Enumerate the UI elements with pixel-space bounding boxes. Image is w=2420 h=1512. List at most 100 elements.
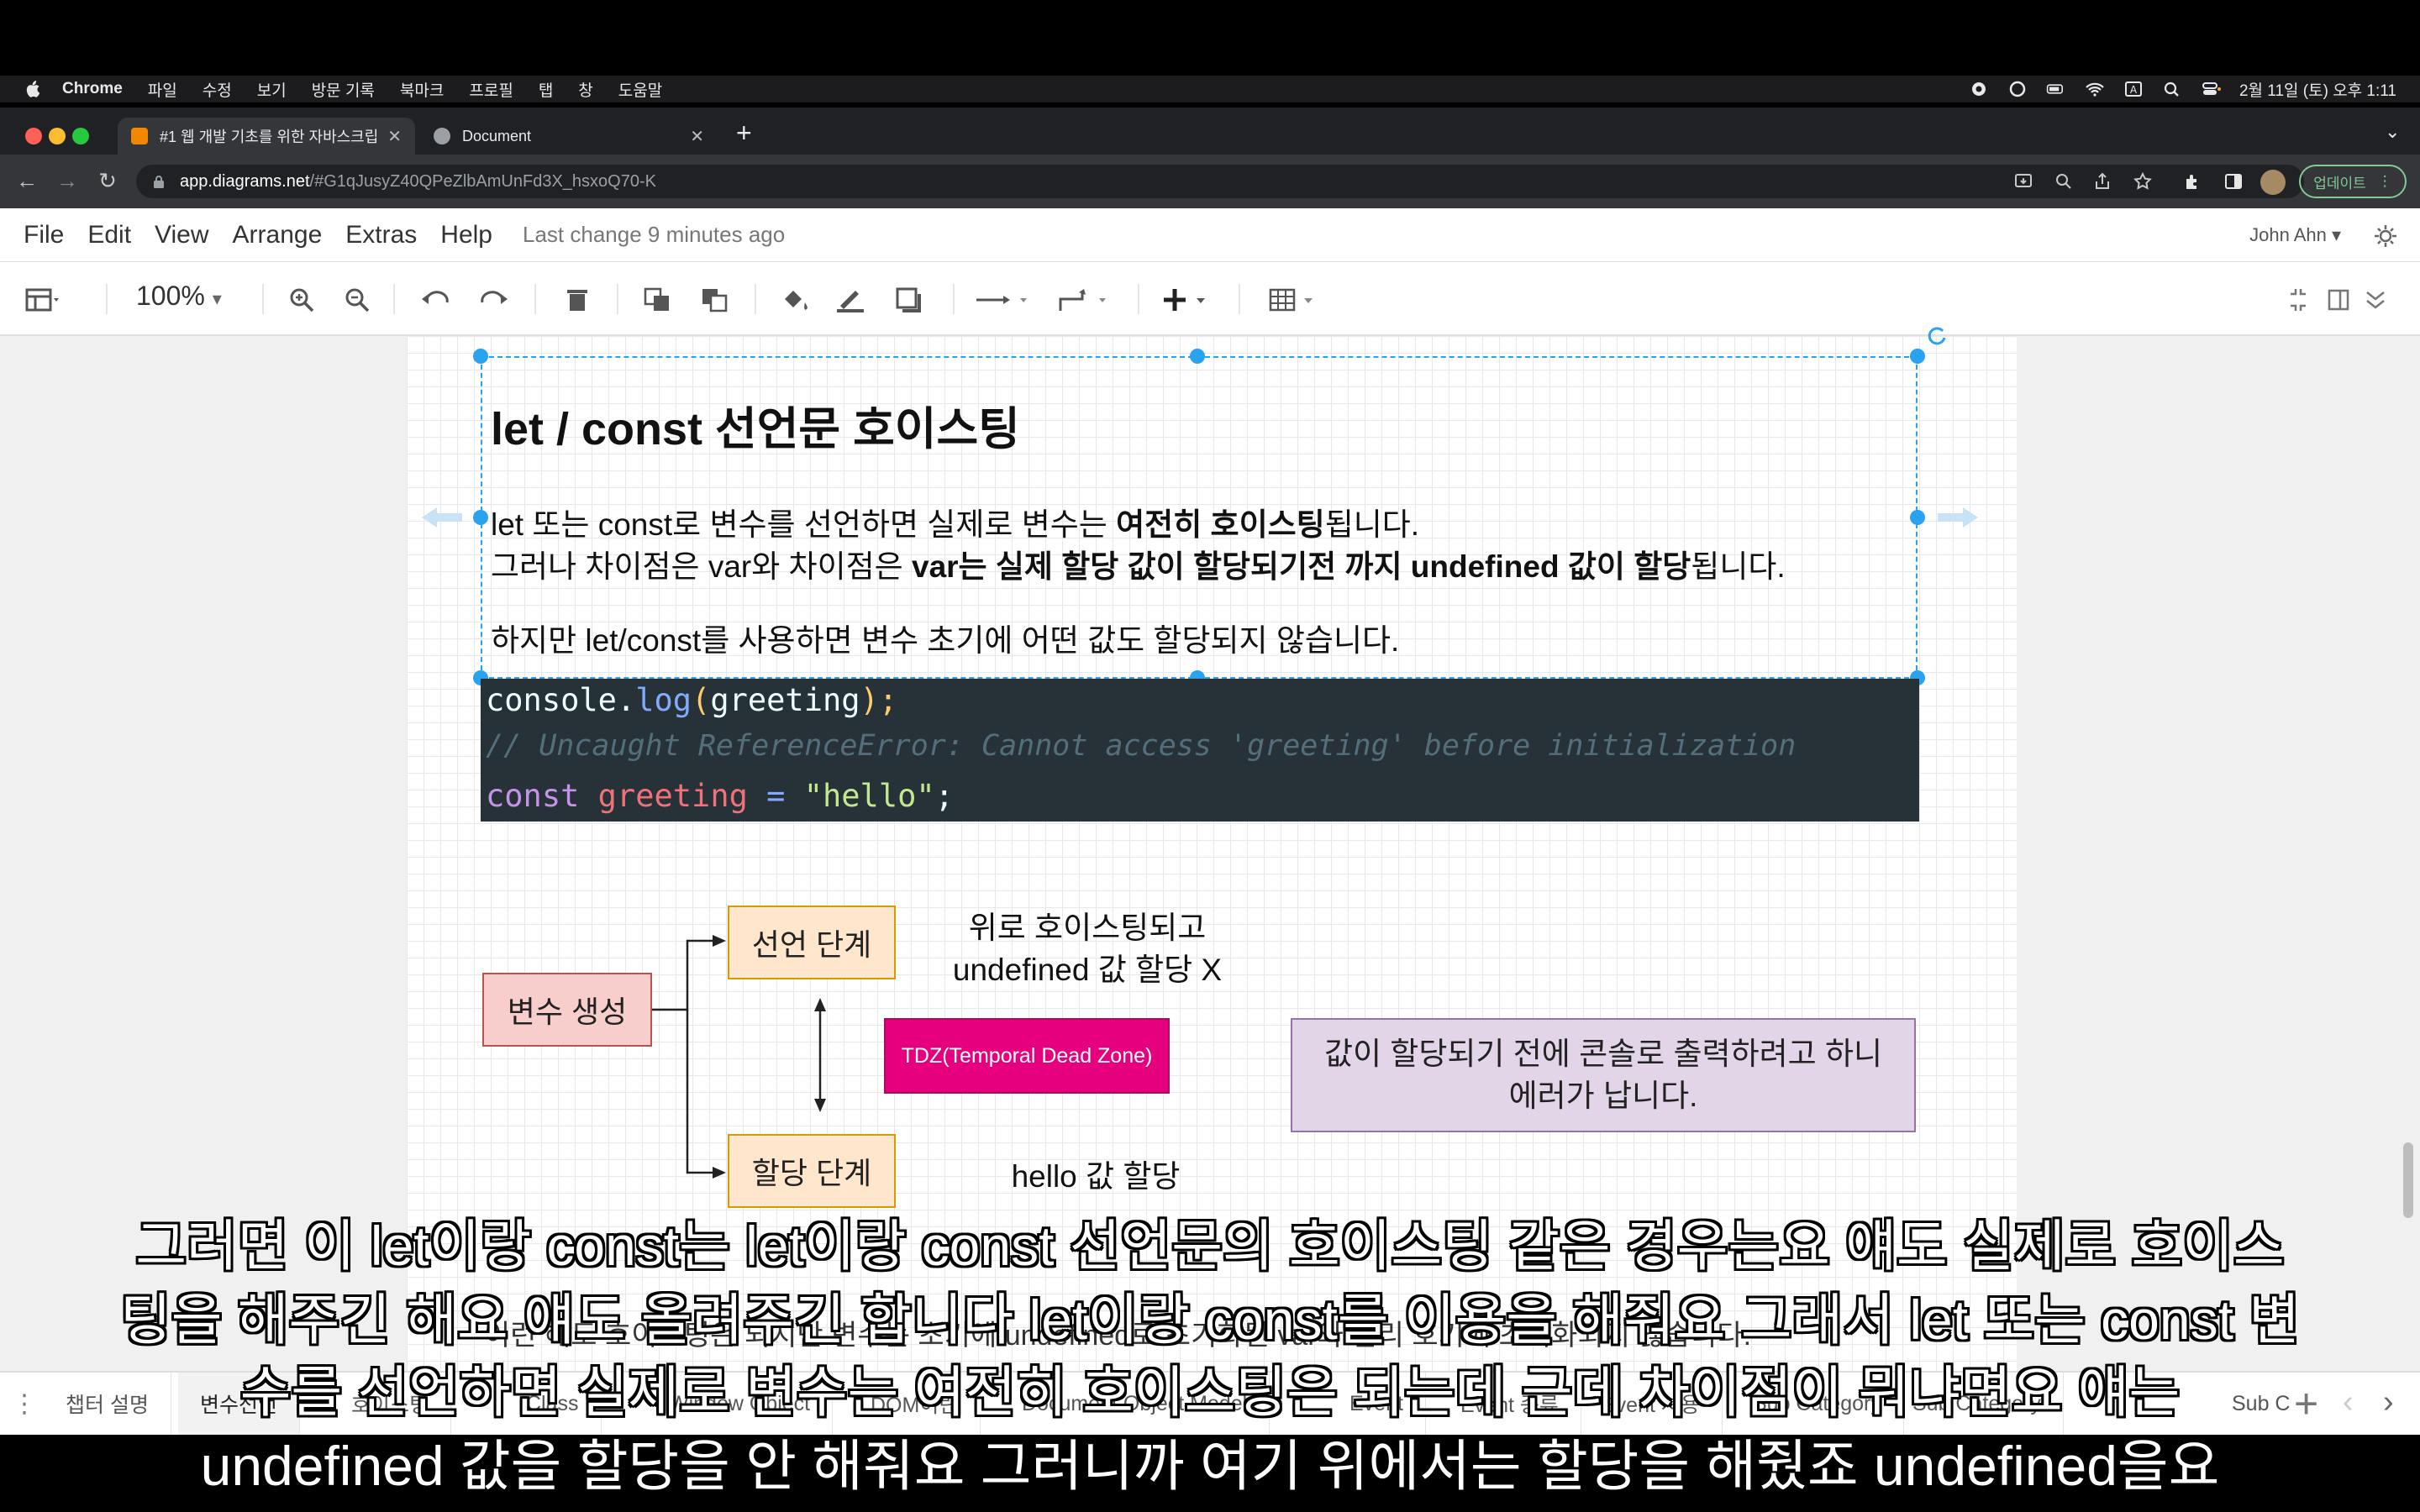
user-name[interactable]: John Ahn ▾ (2249, 224, 2341, 246)
reload-icon[interactable]: ↻ (94, 168, 121, 194)
fullscreen-icon[interactable] (2287, 287, 2309, 312)
menu-edit[interactable]: 수정 (203, 78, 232, 101)
text-segment: 그러나 차이점은 var와 차이점은 (491, 549, 912, 584)
drawio-menu-view[interactable]: View (155, 221, 208, 249)
tdz-box[interactable]: TDZ(Temporal Dead Zone) (884, 1018, 1170, 1094)
toolbar-separator (393, 284, 395, 314)
declaration-phase-box[interactable]: 선언 단계 (728, 906, 896, 979)
text-segment: 됩니다. (1324, 507, 1420, 542)
drawio-menu-file[interactable]: File (24, 221, 64, 249)
zoom-icon[interactable] (2054, 171, 2074, 192)
menu-window[interactable]: 창 (578, 78, 592, 101)
code-token: greeting (710, 682, 860, 718)
rotate-handle-icon[interactable] (1926, 324, 1948, 346)
menu-app-chrome[interactable]: Chrome (62, 80, 123, 98)
maximize-window-button[interactable] (72, 128, 89, 144)
resize-handle[interactable] (473, 510, 488, 525)
delete-trash-icon[interactable] (565, 287, 590, 312)
fill-color-icon[interactable] (781, 287, 812, 312)
zoom-select[interactable]: 100% ▾ (136, 281, 222, 312)
line-color-icon[interactable] (835, 287, 865, 312)
input-source-icon[interactable]: A (2123, 81, 2144, 97)
grammarly-icon[interactable] (2007, 81, 2028, 97)
menu-clock[interactable]: 2월 11일 (토) 오후 1:11 (2239, 78, 2396, 101)
menu-tab[interactable]: 탭 (539, 78, 553, 101)
collapse-chevron-icon[interactable] (2365, 287, 2386, 312)
apple-icon[interactable] (24, 80, 40, 98)
browser-tab-document[interactable]: Document ✕ (420, 118, 718, 155)
tab-search-chevron-icon[interactable]: ⌄ (2385, 121, 2400, 143)
address-bar[interactable]: app.diagrams.net/#G1qJusyZ40QPeZlbAmUnFd… (136, 165, 2304, 198)
resize-handle[interactable] (473, 349, 488, 364)
menu-history[interactable]: 방문 기록 (312, 78, 375, 101)
profile-avatar[interactable] (2260, 170, 2286, 195)
resize-handle[interactable] (1910, 510, 1925, 525)
code-token: greeting (597, 778, 748, 814)
to-back-icon[interactable] (701, 287, 729, 312)
code-token: ; (878, 682, 898, 718)
close-tab-icon[interactable]: ✕ (690, 126, 704, 147)
drawio-menu-extras[interactable]: Extras (345, 221, 417, 249)
wifi-icon[interactable] (2085, 81, 2105, 97)
browser-tab-lecture[interactable]: #1 웹 개발 기초를 위한 자바스크립트 ✕ (118, 118, 415, 155)
resize-handle[interactable] (1910, 349, 1925, 364)
control-center-icon[interactable] (2201, 81, 2221, 97)
close-tab-icon[interactable]: ✕ (387, 126, 402, 147)
spotlight-search-icon[interactable] (2162, 81, 2182, 97)
extensions-puzzle-icon[interactable] (2183, 171, 2203, 192)
undo-icon[interactable] (420, 287, 450, 312)
format-panel-icon[interactable] (25, 287, 59, 312)
url-path: /#G1qJusyZ40QPeZlbAmUnFd3X_hsxoQ70-K (309, 171, 656, 191)
clone-arrow-left-icon[interactable] (420, 504, 466, 531)
menu-profiles[interactable]: 프로필 (469, 78, 513, 101)
toolbar-separator (1138, 284, 1139, 314)
format-toggle-icon[interactable] (2328, 287, 2349, 312)
url-host: app.diagrams.net (180, 171, 310, 191)
side-panel-icon[interactable] (2223, 171, 2244, 192)
to-front-icon[interactable] (644, 287, 672, 312)
drawio-menu-edit[interactable]: Edit (87, 221, 131, 249)
redo-icon[interactable] (479, 287, 509, 312)
text-segment: let 또는 const로 변수를 선언하면 실제로 변수는 (491, 507, 1117, 542)
last-change-status[interactable]: Last change 9 minutes ago (523, 222, 785, 248)
error-note-box[interactable]: 값이 할당되기 전에 콘솔로 출력하려고 하니 에러가 납니다. (1291, 1018, 1916, 1132)
toolbar-separator (617, 284, 618, 314)
clone-arrow-right-icon[interactable] (1934, 504, 1980, 531)
code-token: ) (860, 682, 879, 718)
tab-title: Document (462, 127, 532, 144)
theme-sun-icon[interactable] (2373, 223, 2398, 249)
connection-arrow-icon[interactable] (975, 287, 1034, 312)
error-note-line-1: 값이 할당되기 전에 콘솔로 출력하려고 하니 (1323, 1037, 1883, 1071)
menu-file[interactable]: 파일 (148, 78, 177, 101)
back-arrow-icon[interactable]: ← (13, 168, 40, 194)
menu-view[interactable]: 보기 (257, 78, 287, 101)
new-tab-button[interactable]: + (736, 118, 752, 149)
code-token: . (616, 682, 636, 718)
update-button[interactable]: 업데이트 ⋮ (2299, 165, 2407, 198)
code-token: "hello" (803, 778, 935, 814)
svg-text:A: A (2130, 84, 2138, 96)
shadow-icon[interactable] (896, 287, 924, 312)
install-app-icon[interactable] (2013, 171, 2033, 192)
minimize-window-button[interactable] (49, 128, 66, 144)
zoom-out-icon[interactable] (345, 287, 370, 312)
waypoint-style-icon[interactable] (1057, 287, 1116, 312)
code-block[interactable]: console.log(greeting); // Uncaught Refer… (481, 679, 1919, 822)
drawio-menu-arrange[interactable]: Arrange (233, 221, 323, 249)
record-icon[interactable] (1969, 81, 1989, 97)
menu-bookmarks[interactable]: 북마크 (400, 78, 444, 101)
resize-handle[interactable] (1190, 349, 1205, 364)
insert-plus-icon[interactable] (1163, 287, 1218, 312)
bookmark-star-icon[interactable] (2133, 171, 2153, 192)
zoom-in-icon[interactable] (289, 287, 314, 312)
battery-icon[interactable] (2046, 81, 2066, 97)
table-icon[interactable] (1269, 287, 1323, 312)
menu-help[interactable]: 도움말 (618, 78, 662, 101)
drawio-menu-help[interactable]: Help (440, 221, 492, 249)
share-icon[interactable] (2092, 171, 2112, 192)
close-window-button[interactable] (25, 128, 42, 144)
globe-icon (434, 128, 450, 144)
assignment-phase-box[interactable]: 할당 단계 (728, 1134, 896, 1208)
forward-arrow-icon[interactable]: → (54, 168, 81, 194)
var-create-box[interactable]: 변수 생성 (482, 973, 652, 1047)
